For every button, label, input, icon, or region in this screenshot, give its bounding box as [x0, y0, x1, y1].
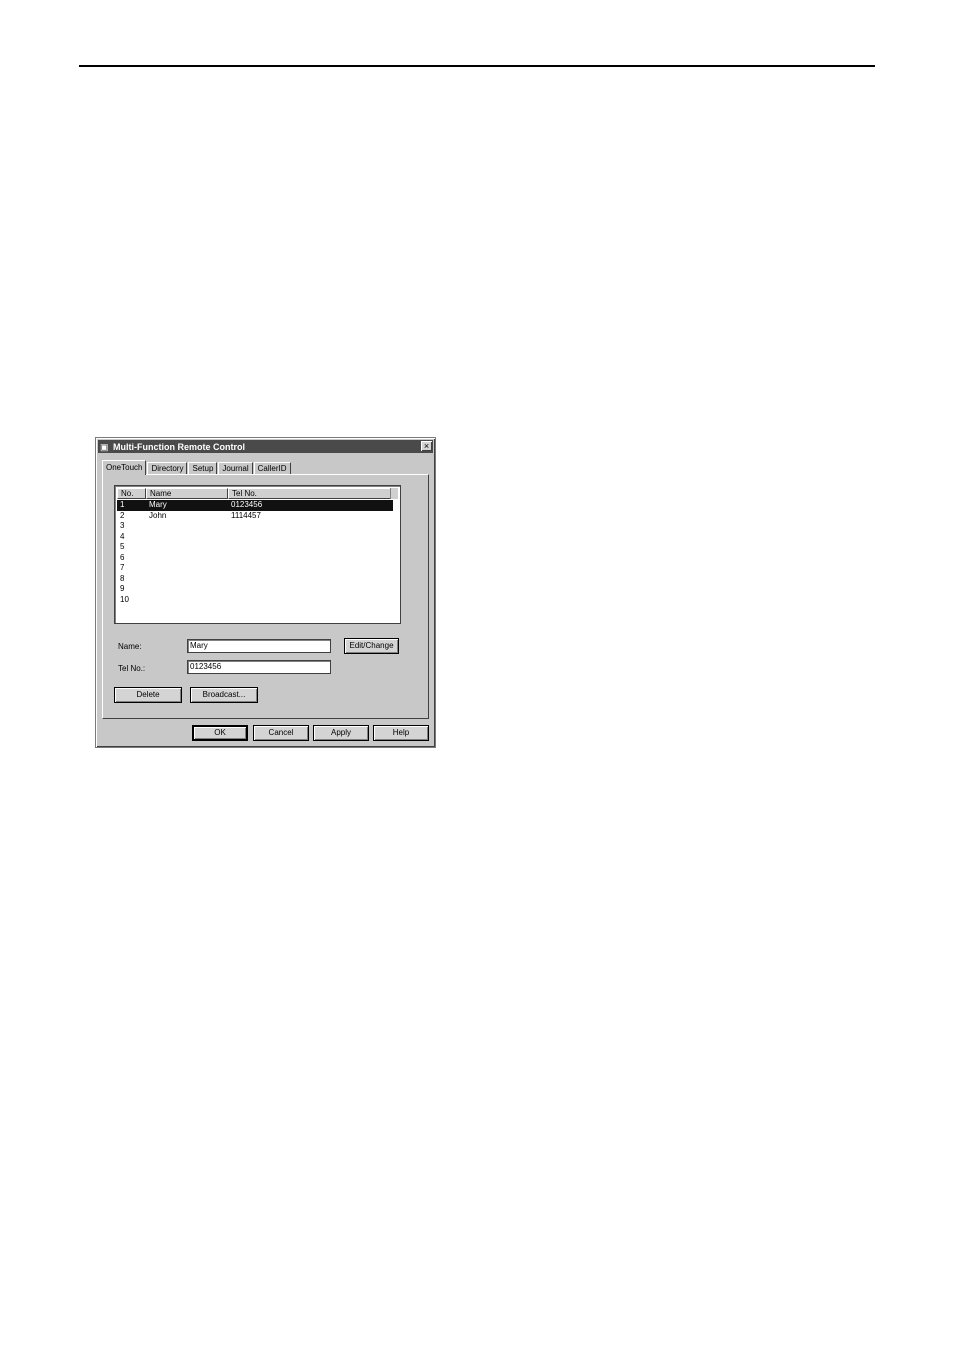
delete-button[interactable]: Delete — [114, 687, 182, 703]
row-no: 8 — [120, 573, 125, 583]
ok-button[interactable]: OK — [192, 725, 248, 741]
tab-strip: OneTouch Directory Setup Journal CallerI… — [102, 460, 292, 475]
row-no: 1 — [120, 500, 125, 509]
onetouch-panel: No. Name Tel No. 1 Mary 0123456 2 John 1… — [102, 474, 429, 719]
row-name: John — [149, 510, 167, 520]
row-tel — [228, 553, 393, 564]
table-row[interactable]: 3 — [117, 521, 393, 532]
row-no: 10 — [120, 594, 129, 604]
window-title: Multi-Function Remote Control — [113, 441, 245, 452]
list-header-scroll-stub — [390, 488, 398, 499]
column-header-tel[interactable]: Tel No. — [228, 488, 393, 499]
row-tel — [228, 532, 393, 543]
row-no: 6 — [120, 552, 125, 562]
list-rows: 1 Mary 0123456 2 John 1114457 3 4 5 6 7 … — [117, 500, 393, 605]
remote-control-dialog: ▣ Multi-Function Remote Control × OneTou… — [95, 437, 436, 748]
table-row[interactable]: 7 — [117, 563, 393, 574]
apply-button[interactable]: Apply — [313, 725, 369, 741]
column-header-no[interactable]: No. — [117, 488, 146, 499]
row-no: 5 — [120, 542, 125, 551]
page-top-rule — [79, 65, 875, 67]
row-no: 3 — [120, 521, 125, 530]
table-row[interactable]: 9 — [117, 584, 393, 595]
list-header: No. Name Tel No. — [117, 488, 393, 499]
printer-icon: ▣ — [100, 441, 109, 452]
row-tel — [228, 542, 393, 553]
row-no: 2 — [120, 510, 125, 520]
row-name — [146, 521, 228, 532]
tel-no-label: Tel No.: — [118, 664, 146, 673]
row-name — [146, 553, 228, 564]
cancel-button[interactable]: Cancel — [253, 725, 309, 741]
broadcast-button[interactable]: Broadcast... — [190, 687, 258, 703]
column-header-name[interactable]: Name — [146, 488, 228, 499]
row-tel: 1114457 — [231, 510, 261, 520]
table-row[interactable]: 6 — [117, 553, 393, 564]
table-row[interactable]: 2 John 1114457 — [117, 511, 393, 522]
row-name — [146, 532, 228, 543]
tel-no-input[interactable]: 0123456 — [187, 660, 331, 674]
tab-onetouch[interactable]: OneTouch — [102, 460, 147, 475]
row-name — [146, 542, 228, 553]
row-name — [146, 584, 228, 595]
edit-change-button[interactable]: Edit/Change — [344, 638, 399, 654]
row-name: Mary — [149, 500, 167, 509]
table-row[interactable]: 10 — [117, 595, 393, 606]
row-name — [146, 563, 228, 574]
title-bar[interactable]: ▣ Multi-Function Remote Control × — [98, 440, 433, 453]
name-input[interactable]: Mary — [187, 639, 331, 653]
row-name — [146, 574, 228, 585]
table-row[interactable]: 8 — [117, 574, 393, 585]
onetouch-list[interactable]: No. Name Tel No. 1 Mary 0123456 2 John 1… — [114, 485, 401, 624]
row-tel: 0123456 — [231, 500, 263, 509]
row-tel — [228, 574, 393, 585]
row-tel — [228, 595, 393, 606]
row-no: 4 — [120, 531, 125, 541]
table-row[interactable]: 5 — [117, 542, 393, 553]
table-row[interactable]: 4 — [117, 532, 393, 543]
row-tel — [228, 563, 393, 574]
row-tel — [228, 521, 393, 532]
row-tel — [228, 584, 393, 595]
help-button[interactable]: Help — [373, 725, 429, 741]
row-no: 9 — [120, 584, 125, 593]
name-label: Name: — [118, 642, 142, 651]
table-row[interactable]: 1 Mary 0123456 — [117, 500, 393, 511]
close-button[interactable]: × — [421, 441, 432, 451]
row-name — [146, 595, 228, 606]
row-no: 7 — [120, 563, 125, 572]
